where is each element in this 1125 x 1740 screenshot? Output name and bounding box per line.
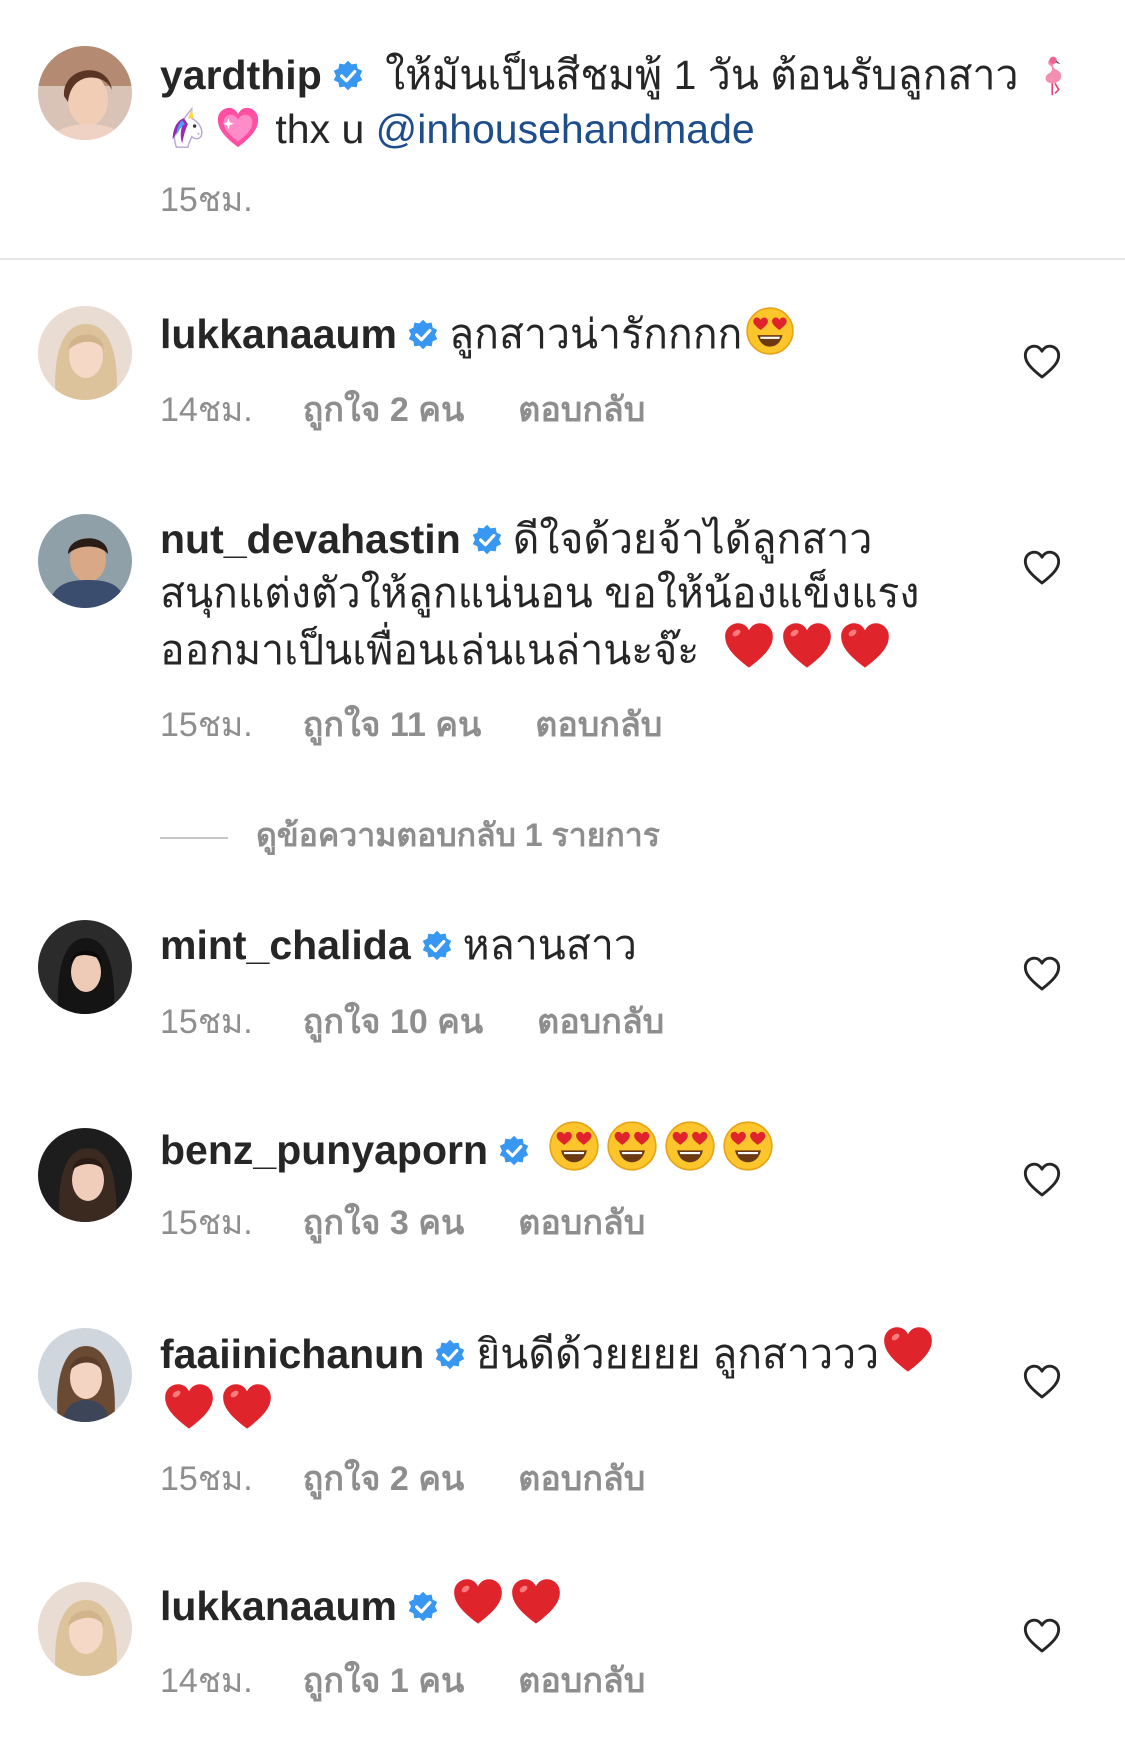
like-heart-icon[interactable]: [1022, 1362, 1062, 1402]
comment-meta: 15ชม. ถูกใจ 10 คน ตอบกลับ: [160, 994, 664, 1048]
red-heart-icon: [781, 620, 833, 672]
verified-badge-icon: [407, 319, 439, 351]
red-heart-icon: [452, 1576, 504, 1628]
caption-meta: 15ชม.: [160, 172, 253, 226]
verified-badge-icon: [407, 1591, 439, 1623]
caption-body-2: thx u: [264, 106, 376, 152]
unicorn-icon: [163, 105, 209, 151]
heart-eyes-icon: [745, 306, 795, 356]
likes-count[interactable]: ถูกใจ 2 คน: [303, 1451, 464, 1505]
comment-username[interactable]: faaiinichanun: [160, 1331, 424, 1377]
comment-time: 15ชม.: [160, 1460, 253, 1498]
red-heart-icon: [882, 1324, 934, 1376]
comment-meta: 14ชม. ถูกใจ 1 คน ตอบกลับ: [160, 1653, 645, 1707]
comment-time: 14ชม.: [160, 1662, 253, 1700]
caption-text: yardthip ให้มันเป็นสีชมพู้ 1 วัน ต้อนรับ…: [160, 48, 1080, 156]
comment-body-line2: สนุกแต่งตัวให้ลูกแน่นอน ขอให้น้องแข็งแรง: [160, 570, 920, 616]
comment-body: หลานสาว: [462, 922, 637, 968]
reply-button[interactable]: ตอบกลับ: [518, 1195, 645, 1249]
red-heart-icon: [510, 1576, 562, 1628]
comment-meta: 15ชม. ถูกใจ 2 คน ตอบกลับ: [160, 1451, 645, 1505]
comment-text: mint_chalida หลานสาว: [160, 918, 1000, 972]
avatar-faaiinichanun[interactable]: [38, 1328, 132, 1422]
avatar-lukkanaaum[interactable]: [38, 1582, 132, 1676]
red-heart-icon: [163, 1381, 215, 1433]
red-heart-icon: [839, 620, 891, 672]
likes-count[interactable]: ถูกใจ 10 คน: [303, 994, 483, 1048]
verified-badge-icon: [498, 1135, 530, 1167]
comment-time: 15ชม.: [160, 706, 253, 744]
likes-count[interactable]: ถูกใจ 3 คน: [303, 1195, 464, 1249]
comment-text: benz_punyaporn: [160, 1120, 1000, 1177]
avatar-mint-chalida[interactable]: [38, 920, 132, 1014]
comment-body-line3: ออกมาเป็นเพื่อนเล่นเนล่านะจ๊ะ: [160, 627, 700, 673]
comment-text: faaiinichanun ยินดีด้วยยยย ลูกสาววว: [160, 1324, 1020, 1438]
caption-body: ให้มันเป็นสีชมพู้ 1 วัน ต้อนรับลูกสาว: [373, 52, 1019, 98]
reply-button[interactable]: ตอบกลับ: [518, 1653, 645, 1707]
red-heart-icon: [723, 620, 775, 672]
comment-meta: 14ชม. ถูกใจ 2 คน ตอบกลับ: [160, 382, 645, 436]
comment-username[interactable]: lukkanaaum: [160, 311, 397, 357]
reply-button[interactable]: ตอบกลับ: [518, 382, 645, 436]
avatar-yardthip[interactable]: [38, 46, 132, 140]
heart-eyes-icon: [664, 1120, 716, 1172]
divider: [0, 258, 1125, 260]
view-replies-text[interactable]: ดูข้อความตอบกลับ 1 รายการ: [256, 817, 660, 853]
post-caption: yardthip ให้มันเป็นสีชมพู้ 1 วัน ต้อนรับ…: [0, 0, 1125, 258]
caption-username[interactable]: yardthip: [160, 52, 322, 98]
comment-text: nut_devahastin ดีใจด้วยจ้าได้ลูกสาว สนุกแ…: [160, 512, 1020, 677]
comment-meta: 15ชม. ถูกใจ 11 คน ตอบกลับ: [160, 697, 662, 751]
like-heart-icon[interactable]: [1022, 1616, 1062, 1656]
comment-body: ลูกสาวน่ารักกกก: [449, 311, 743, 357]
verified-badge-icon: [434, 1339, 466, 1371]
heart-eyes-icon: [548, 1120, 600, 1172]
avatar-benz-punyaporn[interactable]: [38, 1128, 132, 1222]
comment-body: ยินดีด้วยยยย ลูกสาววว: [476, 1331, 880, 1377]
comment-username[interactable]: benz_punyaporn: [160, 1127, 488, 1173]
like-heart-icon[interactable]: [1022, 548, 1062, 588]
likes-count[interactable]: ถูกใจ 11 คน: [303, 697, 482, 751]
flamingo-icon: [1033, 53, 1077, 97]
comment-username[interactable]: mint_chalida: [160, 922, 411, 968]
comment-time: 15ชม.: [160, 1003, 253, 1041]
likes-count[interactable]: ถูกใจ 2 คน: [303, 382, 464, 436]
reply-button[interactable]: ตอบกลับ: [537, 994, 664, 1048]
comment-time: 15ชม.: [160, 1204, 253, 1242]
red-heart-icon: [221, 1381, 273, 1433]
comment-username[interactable]: nut_devahastin: [160, 516, 461, 562]
like-heart-icon[interactable]: [1022, 1160, 1062, 1200]
avatar-lukkanaaum[interactable]: [38, 306, 132, 400]
verified-badge-icon: [332, 60, 364, 92]
comment-body: ดีใจด้วยจ้าได้ลูกสาว: [512, 516, 873, 562]
heart-eyes-icon: [722, 1120, 774, 1172]
comment-text: lukkanaaum ลูกสาวน่ารักกกก: [160, 306, 1000, 361]
likes-count[interactable]: ถูกใจ 1 คน: [303, 1653, 464, 1707]
mention-link[interactable]: @inhousehandmade: [376, 106, 755, 152]
comment-text: lukkanaaum: [160, 1576, 1000, 1633]
avatar-nut-devahastin[interactable]: [38, 514, 132, 608]
sparkling-heart-icon: [215, 105, 261, 151]
like-heart-icon[interactable]: [1022, 954, 1062, 994]
like-heart-icon[interactable]: [1022, 342, 1062, 382]
comment-meta: 15ชม. ถูกใจ 3 คน ตอบกลับ: [160, 1195, 645, 1249]
replies-divider-line: [160, 836, 228, 839]
reply-button[interactable]: ตอบกลับ: [518, 1451, 645, 1505]
view-replies-link[interactable]: ดูข้อความตอบกลับ 1 รายการ: [160, 810, 660, 861]
verified-badge-icon: [421, 930, 453, 962]
comment-username[interactable]: lukkanaaum: [160, 1583, 397, 1629]
reply-button[interactable]: ตอบกลับ: [535, 697, 662, 751]
verified-badge-icon: [471, 524, 503, 556]
comment-time: 14ชม.: [160, 391, 253, 429]
caption-time: 15ชม.: [160, 181, 253, 219]
heart-eyes-icon: [606, 1120, 658, 1172]
